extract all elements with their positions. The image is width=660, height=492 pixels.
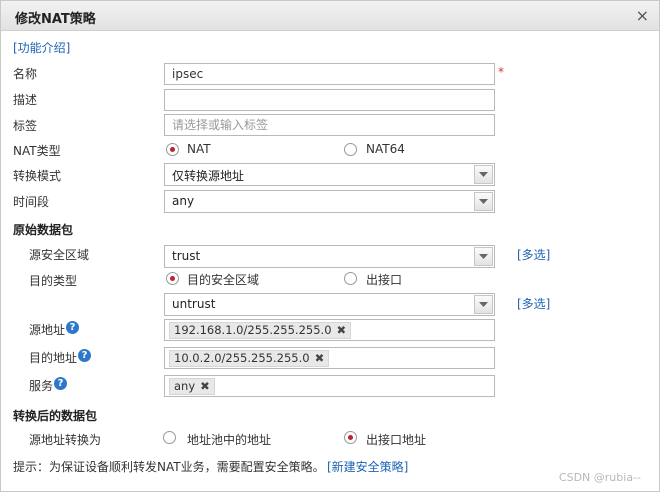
src-zone-label: 源安全区域: [29, 248, 90, 262]
chip-text: 10.0.2.0/255.255.255.0: [174, 351, 310, 365]
src-addr-label: 源地址: [29, 323, 66, 337]
chip-text: any: [174, 379, 196, 393]
description-label: 描述: [13, 93, 38, 107]
remove-chip-icon[interactable]: ✖: [315, 351, 325, 365]
service-chip: any ✖: [169, 378, 215, 395]
src-addr-field[interactable]: 192.168.1.0/255.255.255.0 ✖: [164, 319, 495, 341]
mode-label: 转换模式: [13, 169, 62, 183]
mode-select-value: 仅转换源地址: [172, 169, 245, 183]
help-icon[interactable]: ?: [66, 321, 79, 334]
nat-type-label: NAT类型: [13, 144, 61, 158]
src-translate-pool-radio[interactable]: [163, 431, 176, 444]
required-mark: *: [498, 65, 504, 79]
src-translate-interface-radio[interactable]: [344, 431, 357, 444]
dst-type-interface-radio[interactable]: [344, 272, 357, 285]
src-zone-select[interactable]: trust: [164, 245, 495, 268]
nat-policy-dialog: 修改NAT策略 × [功能介绍] 名称 ipsec * 描述 标签 请选择或输入…: [0, 0, 660, 492]
chevron-down-icon[interactable]: [474, 192, 493, 211]
tip-text: 提示：为保证设备顺利转发NAT业务，需要配置安全策略。: [13, 460, 325, 474]
dst-zone-multi-link[interactable]: [多选]: [517, 295, 550, 312]
dst-addr-label: 目的地址: [29, 351, 78, 365]
chevron-down-icon[interactable]: [474, 247, 493, 266]
dst-type-label: 目的类型: [29, 274, 78, 288]
mode-select[interactable]: 仅转换源地址: [164, 163, 495, 186]
tag-input[interactable]: 请选择或输入标签: [164, 114, 495, 136]
original-packet-section: 原始数据包: [13, 223, 74, 237]
dst-type-zone-label: 目的安全区域: [187, 273, 260, 287]
help-icon[interactable]: ?: [78, 349, 91, 362]
service-label: 服务: [29, 379, 54, 393]
dst-type-zone-radio[interactable]: [166, 272, 179, 285]
src-translate-label: 源地址转换为: [29, 433, 102, 447]
name-label: 名称: [13, 67, 38, 81]
translated-packet-section: 转换后的数据包: [13, 409, 98, 423]
time-select-value: any: [172, 194, 195, 208]
dst-addr-field[interactable]: 10.0.2.0/255.255.255.0 ✖: [164, 347, 495, 369]
src-zone-value: trust: [172, 249, 201, 263]
tag-label: 标签: [13, 119, 38, 133]
chevron-down-icon[interactable]: [474, 165, 493, 184]
nat-type-nat64-label: NAT64: [366, 142, 405, 156]
dialog-titlebar: 修改NAT策略 ×: [1, 1, 659, 31]
description-input[interactable]: [164, 89, 495, 111]
src-translate-interface-label: 出接口地址: [366, 433, 427, 447]
intro-link[interactable]: [功能介绍]: [13, 39, 70, 56]
dst-type-interface-label: 出接口: [366, 273, 403, 287]
nat-type-nat64-radio[interactable]: [344, 143, 357, 156]
src-zone-multi-link[interactable]: [多选]: [517, 246, 550, 263]
close-icon[interactable]: ×: [636, 6, 649, 25]
time-label: 时间段: [13, 195, 50, 209]
service-field[interactable]: any ✖: [164, 375, 495, 397]
nat-type-nat-radio[interactable]: [166, 143, 179, 156]
help-icon[interactable]: ?: [54, 377, 67, 390]
time-select[interactable]: any: [164, 190, 495, 213]
src-translate-pool-label: 地址池中的地址: [187, 433, 272, 447]
address-chip: 10.0.2.0/255.255.255.0 ✖: [169, 350, 330, 367]
remove-chip-icon[interactable]: ✖: [200, 379, 210, 393]
new-security-policy-link[interactable]: [新建安全策略]: [327, 458, 408, 475]
nat-type-nat-label: NAT: [187, 142, 211, 156]
remove-chip-icon[interactable]: ✖: [337, 323, 347, 337]
watermark: CSDN @rubia--: [558, 471, 641, 484]
dst-zone-value: untrust: [172, 297, 216, 311]
name-input[interactable]: ipsec: [164, 63, 495, 85]
dialog-title: 修改NAT策略: [15, 12, 96, 27]
dst-zone-select[interactable]: untrust: [164, 293, 495, 316]
chip-text: 192.168.1.0/255.255.255.0: [174, 323, 332, 337]
chevron-down-icon[interactable]: [474, 295, 493, 314]
address-chip: 192.168.1.0/255.255.255.0 ✖: [169, 322, 352, 339]
